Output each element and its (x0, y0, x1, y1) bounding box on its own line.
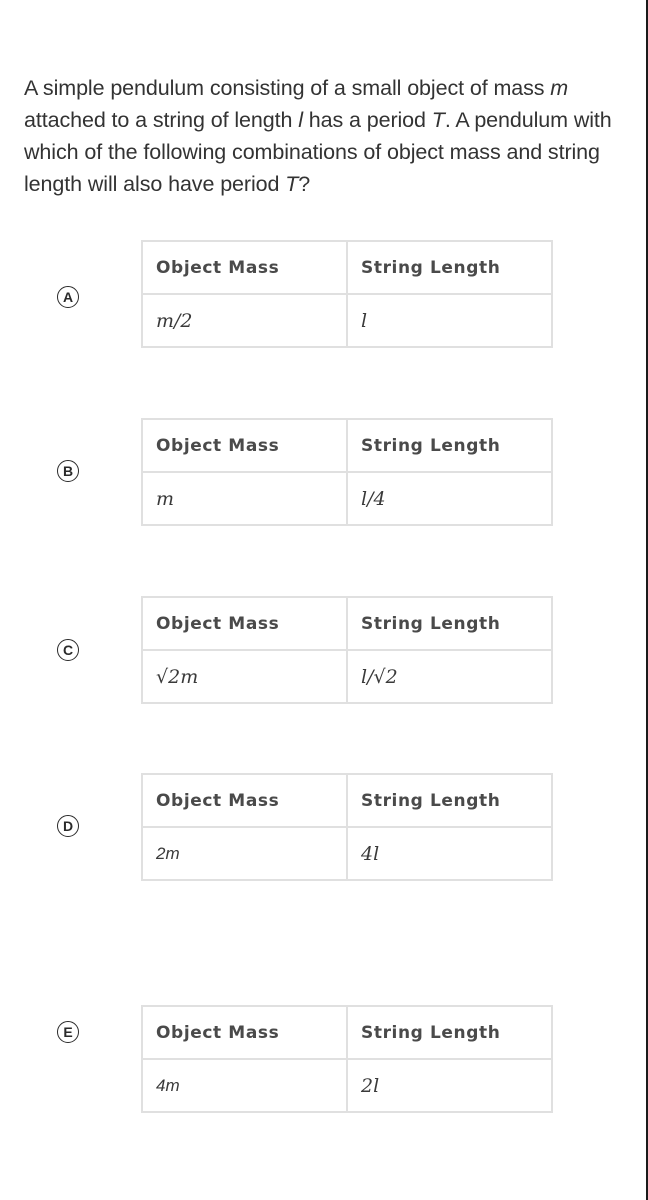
header-object-mass: Object Mass (141, 418, 348, 473)
option-c-mass: √2m (141, 649, 348, 704)
option-letter-a-icon[interactable]: A (57, 286, 79, 308)
option-d-table[interactable]: Object Mass String Length 2m 4l (141, 773, 553, 881)
option-b-mass: m (141, 471, 348, 526)
header-string-length: String Length (346, 418, 553, 473)
option-e-table[interactable]: Object Mass String Length 4m 2l (141, 1005, 553, 1113)
question-part: attached to a string of length (24, 108, 299, 132)
question-part: m (550, 76, 569, 100)
option-e-mass: 4m (141, 1058, 348, 1113)
option-b-length: l/4 (346, 471, 553, 526)
option-c-table[interactable]: Object Mass String Length √2m l/√2 (141, 596, 553, 704)
question-text: A simple pendulum consisting of a small … (24, 72, 624, 200)
question-part: ? (298, 172, 311, 196)
option-a-length: l (346, 293, 553, 348)
header-string-length: String Length (346, 773, 553, 828)
option-d-mass: 2m (141, 826, 348, 881)
header-string-length: String Length (346, 240, 553, 295)
question-part: T (431, 108, 445, 132)
header-object-mass: Object Mass (141, 773, 348, 828)
option-d-length: 4l (346, 826, 553, 881)
question-part: has a period (302, 108, 432, 132)
option-e-length: 2l (346, 1058, 553, 1113)
header-object-mass: Object Mass (141, 596, 348, 651)
header-string-length: String Length (346, 1005, 553, 1060)
header-string-length: String Length (346, 596, 553, 651)
question-part: T (285, 172, 299, 196)
option-a-mass: m/2 (141, 293, 348, 348)
option-a-table[interactable]: Object Mass String Length m/2 l (141, 240, 553, 348)
option-b-table[interactable]: Object Mass String Length m l/4 (141, 418, 553, 526)
option-letter-d-icon[interactable]: D (57, 815, 79, 837)
option-c-length: l/√2 (346, 649, 553, 704)
question-part: A simple pendulum consisting of a small … (24, 76, 551, 100)
header-object-mass: Object Mass (141, 240, 348, 295)
header-object-mass: Object Mass (141, 1005, 348, 1060)
option-letter-c-icon[interactable]: C (57, 639, 79, 661)
option-letter-b-icon[interactable]: B (57, 460, 79, 482)
option-letter-e-icon[interactable]: E (57, 1021, 79, 1043)
